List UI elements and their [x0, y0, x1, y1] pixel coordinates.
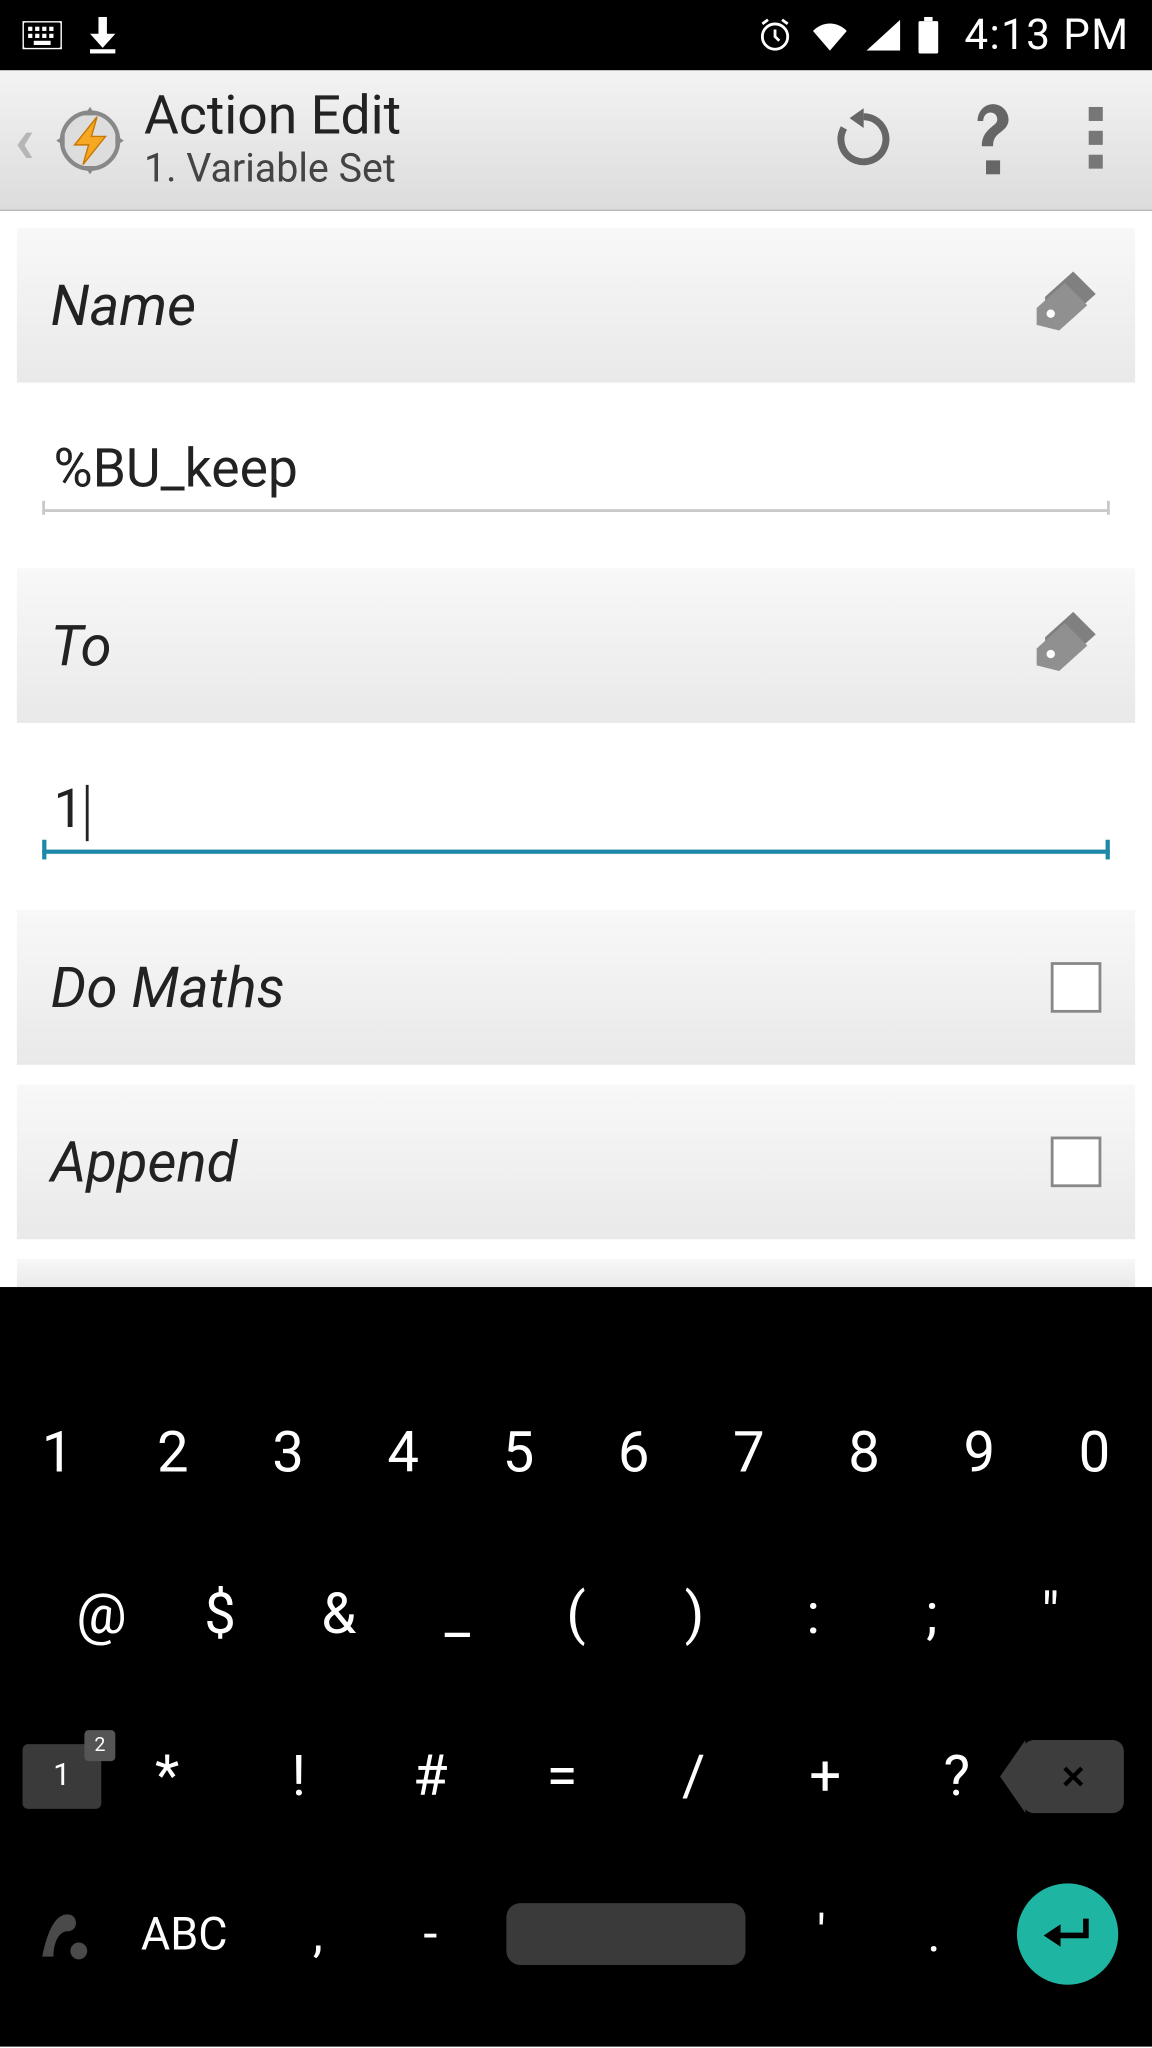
- key-1[interactable]: 1: [0, 1419, 115, 1485]
- key-amp[interactable]: &: [279, 1581, 398, 1647]
- name-section-header: Name: [17, 228, 1135, 383]
- do-maths-checkbox[interactable]: [1051, 962, 1102, 1013]
- key-8[interactable]: 8: [806, 1419, 921, 1485]
- download-icon: [87, 17, 118, 54]
- append-label: Append: [51, 1129, 238, 1195]
- page-title: Action Edit: [144, 89, 820, 148]
- page-subtitle: 1. Variable Set: [144, 148, 820, 191]
- key-rparen[interactable]: ): [635, 1581, 754, 1647]
- key-apostrophe[interactable]: ': [765, 1905, 878, 1964]
- swype-icon[interactable]: [23, 1906, 107, 1962]
- key-underscore[interactable]: _: [398, 1581, 517, 1647]
- next-row-peek: [17, 1259, 1135, 1287]
- key-period[interactable]: .: [878, 1905, 991, 1964]
- key-comma[interactable]: ,: [262, 1905, 375, 1964]
- key-colon[interactable]: :: [754, 1581, 873, 1647]
- key-dash[interactable]: -: [374, 1905, 487, 1964]
- key-space[interactable]: [506, 1903, 745, 1965]
- help-button[interactable]: [966, 101, 1017, 180]
- key-semicolon[interactable]: ;: [873, 1581, 992, 1647]
- to-label: To: [51, 613, 112, 679]
- key-slash[interactable]: /: [628, 1743, 760, 1809]
- undo-button[interactable]: [831, 105, 896, 175]
- key-9[interactable]: 9: [922, 1419, 1037, 1485]
- battery-icon: [917, 17, 940, 54]
- tag-icon[interactable]: [1031, 612, 1101, 680]
- to-input[interactable]: 1: [42, 765, 1110, 854]
- keyboard-row-4: ABC , - ' .: [0, 1857, 1152, 2012]
- key-0[interactable]: 0: [1037, 1419, 1152, 1485]
- app-header: ‹ Action Edit 1. Variable Set: [0, 70, 1152, 211]
- key-bang[interactable]: !: [233, 1743, 365, 1809]
- do-maths-label: Do Maths: [51, 954, 285, 1020]
- keyboard-row-2: @ $ & _ ( ) : ; ": [0, 1533, 1152, 1695]
- key-at[interactable]: @: [42, 1581, 161, 1647]
- key-2[interactable]: 2: [115, 1419, 230, 1485]
- signal-icon: [866, 20, 900, 51]
- wifi-icon: [810, 20, 849, 51]
- key-abc[interactable]: ABC: [107, 1907, 262, 1960]
- key-5[interactable]: 5: [461, 1419, 576, 1485]
- to-section-header: To: [17, 568, 1135, 723]
- key-7[interactable]: 7: [691, 1419, 806, 1485]
- overflow-menu-button[interactable]: [1087, 106, 1104, 174]
- status-bar: 4:13 PM: [0, 0, 1152, 70]
- key-enter[interactable]: [1017, 1883, 1118, 1984]
- do-maths-row[interactable]: Do Maths: [17, 910, 1135, 1065]
- key-plus[interactable]: +: [759, 1743, 891, 1809]
- key-dollar[interactable]: $: [161, 1581, 280, 1647]
- keyboard-row-1: 1 2 3 4 5 6 7 8 9 0: [0, 1371, 1152, 1533]
- key-backspace[interactable]: [1023, 1739, 1124, 1812]
- append-checkbox[interactable]: [1051, 1137, 1102, 1188]
- key-equals[interactable]: =: [496, 1743, 628, 1809]
- key-hash[interactable]: #: [365, 1743, 497, 1809]
- keyboard-row-3: 1 2 * ! # = / + ?: [0, 1695, 1152, 1857]
- key-numlock[interactable]: 1 2: [23, 1743, 102, 1808]
- key-lparen[interactable]: (: [517, 1581, 636, 1647]
- key-3[interactable]: 3: [230, 1419, 345, 1485]
- tag-icon[interactable]: [1031, 271, 1101, 339]
- status-time: 4:13 PM: [964, 11, 1129, 60]
- tasker-app-icon: [48, 98, 132, 182]
- key-star[interactable]: *: [101, 1743, 233, 1809]
- key-quote[interactable]: ": [991, 1581, 1110, 1647]
- keyboard-notif-icon: [23, 21, 62, 49]
- back-button[interactable]: ‹: [14, 102, 37, 178]
- alarm-icon: [756, 17, 793, 54]
- content-area: Name %BU_keep To 1 Do Maths Append: [0, 211, 1152, 1287]
- key-6[interactable]: 6: [576, 1419, 691, 1485]
- name-input[interactable]: %BU_keep: [42, 425, 1110, 512]
- key-4[interactable]: 4: [346, 1419, 461, 1485]
- name-label: Name: [51, 272, 196, 338]
- soft-keyboard: 1 2 3 4 5 6 7 8 9 0 @ $ & _ ( ) : ; " 1 …: [0, 1287, 1152, 2047]
- append-row[interactable]: Append: [17, 1084, 1135, 1239]
